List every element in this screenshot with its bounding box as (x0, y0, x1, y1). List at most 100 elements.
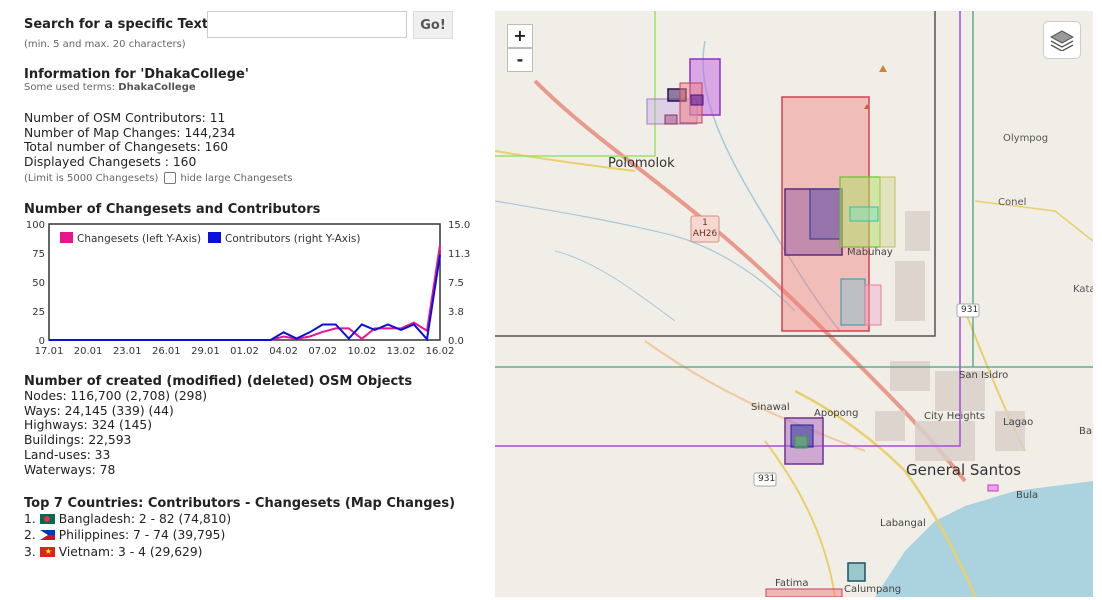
map-label: Polomolok (608, 156, 675, 171)
changeset-box (809, 188, 841, 240)
changesets-contributors-chart: 100755025015.011.37.53.80.017.01 20.01 23.… (26, 220, 470, 357)
country-row: 3. ★ Vietnam: 3 - 4 (29,629) (24, 544, 231, 560)
zoom-out-button[interactable]: - (507, 48, 533, 72)
go-button[interactable]: Go! (413, 11, 453, 39)
bangladesh-flag-icon (39, 514, 55, 525)
chart-title: Number of Changesets and Contributors (24, 202, 321, 217)
x-tick-label: 01.02 (230, 346, 259, 357)
legend-label: Changesets (left Y-Axis) (77, 233, 201, 245)
river (554, 250, 676, 322)
contributors-stat: Number of OSM Contributors: 11 (24, 111, 226, 125)
y-right-tick-label: 7.5 (448, 278, 464, 289)
country-row: 1. Bangladesh: 2 - 82 (74,810) (24, 511, 231, 527)
peak-marker (879, 65, 887, 72)
country-rank: 2. (24, 528, 36, 543)
changeset-box (847, 562, 866, 582)
map-label: Kata (1073, 284, 1093, 295)
road-shield-label: 931 (758, 474, 776, 484)
map-label: San Isidro (959, 370, 1009, 381)
country-text: Philippines: 7 - 74 (39,795) (58, 528, 226, 543)
x-tick-label: 26.01 (152, 346, 181, 357)
changeset-box (794, 435, 808, 449)
changeset-box (879, 176, 896, 248)
x-tick-label: 13.02 (387, 346, 416, 357)
x-tick-label: 16.02 (426, 346, 455, 357)
road-shield-label: 1 AH26 (691, 218, 719, 240)
country-text: Bangladesh: 2 - 82 (74,810) (58, 512, 232, 527)
legend-swatch (60, 232, 73, 243)
vietnam-flag-icon: ★ (39, 546, 55, 557)
map-canvas (495, 11, 1093, 597)
x-tick-label: 23.01 (113, 346, 142, 357)
search-label: Search for a specific Text: (24, 17, 214, 32)
total-changesets-stat: Total number of Changesets: 160 (24, 140, 229, 155)
x-tick-label: 07.02 (308, 346, 337, 357)
philippines-flag-icon (39, 530, 55, 541)
countries-list: 1. Bangladesh: 2 - 82 (74,810) 2. Philip… (24, 511, 231, 560)
country-rank: 1. (24, 512, 36, 527)
info-title: Information for 'DhakaCollege' (24, 67, 249, 82)
map-label: Sinawal (751, 402, 790, 413)
legend-label: Contributors (right Y-Axis) (225, 233, 360, 245)
map-label: Labangal (880, 518, 926, 529)
zoom-in-button[interactable]: + (507, 24, 533, 48)
road (644, 340, 866, 452)
y-left-tick-label: 50 (32, 278, 45, 289)
used-terms-prefix: Some used terms: (24, 82, 119, 93)
limit-row: (Limit is 5000 Changesets) hide large Ch… (24, 172, 292, 184)
changeset-box (690, 94, 704, 106)
road-shield-top: 1 (702, 218, 708, 228)
x-tick-label: 29.01 (191, 346, 220, 357)
country-row: 2. Philippines: 7 - 74 (39,795) (24, 527, 231, 543)
road-shield-bottom: AH26 (692, 229, 718, 239)
map-label: General Santos (906, 461, 1021, 479)
objects-title: Number of created (modified) (deleted) O… (24, 374, 413, 389)
changeset-box (849, 206, 879, 222)
stats-list: Number of OSM Contributors: 11 Number of… (24, 111, 235, 170)
buildings-stat: Buildings: 22,593 (24, 433, 132, 448)
landuses-stat: Land-uses: 33 (24, 447, 111, 462)
y-left-tick-label: 25 (32, 307, 45, 318)
x-tick-label: 17.01 (35, 346, 64, 357)
highways-stat: Highways: 324 (145) (24, 418, 153, 433)
map-label: Calumpang (844, 584, 902, 595)
changeset-box (864, 284, 882, 326)
map-label: Conel (998, 197, 1027, 208)
search-input[interactable] (207, 11, 407, 38)
changeset-box (765, 588, 843, 597)
y-right-tick-label: 3.8 (448, 307, 464, 318)
statistics-panel: Search for a specific Text: Go! (min. 5 … (0, 0, 490, 600)
changeset-box (987, 484, 999, 492)
river (495, 200, 796, 312)
legend-swatch (208, 232, 221, 243)
used-term: DhakaCollege (118, 82, 196, 93)
search-hint: (min. 5 and max. 20 characters) (24, 39, 186, 50)
y-left-tick-label: 75 (32, 249, 45, 260)
countries-title: Top 7 Countries: Contributors - Changese… (24, 496, 456, 511)
x-tick-label: 20.01 (74, 346, 103, 357)
country-rank: 3. (24, 544, 36, 559)
layers-icon (1050, 30, 1074, 51)
map-label: Olympog (1003, 133, 1049, 144)
nodes-stat: Nodes: 116,700 (2,708) (298) (24, 389, 208, 403)
map-view[interactable]: Polomolok Olympog Conel Mabuhay Kata 931… (495, 11, 1093, 597)
x-tick-label: 10.02 (347, 346, 376, 357)
objects-list: Nodes: 116,700 (2,708) (298) Ways: 24,14… (24, 389, 207, 477)
bay-water (875, 481, 1093, 597)
map-label: Bal (1079, 426, 1093, 437)
layers-button[interactable] (1043, 21, 1081, 59)
hide-large-checkbox[interactable] (164, 172, 177, 184)
map-changes-stat: Number of Map Changes: 144,234 (24, 125, 236, 140)
y-left-tick-label: 100 (26, 220, 45, 231)
hide-large-label: hide large Changesets (180, 172, 293, 184)
country-text: Vietnam: 3 - 4 (29,629) (58, 544, 203, 559)
map-label: Bula (1016, 490, 1039, 501)
map-label: Mabuhay (847, 247, 893, 258)
map-label: Apopong (814, 408, 859, 419)
road-shield-label: 931 (961, 305, 979, 315)
changeset-box (664, 114, 678, 125)
map-label: Lagao (1003, 417, 1034, 428)
x-tick-label: 04.02 (269, 346, 298, 357)
y-right-tick-label: 11.3 (448, 249, 470, 260)
y-right-tick-label: 15.0 (448, 220, 470, 231)
